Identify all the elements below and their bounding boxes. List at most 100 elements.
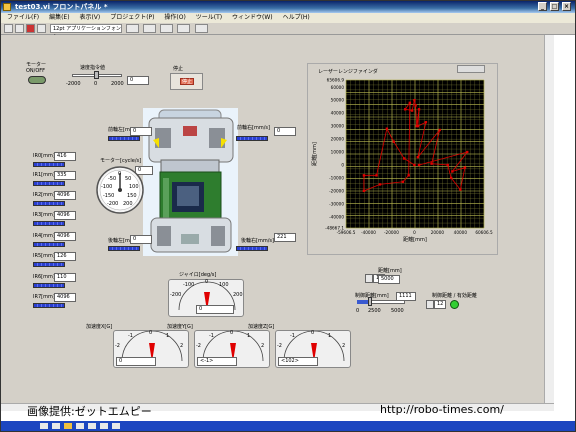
motor-dial-tick--50: -50 [108, 176, 117, 182]
distance-value: 5000 [378, 275, 400, 284]
menu-project[interactable]: プロジェクト(P) [110, 14, 154, 21]
front-left-bar [108, 136, 140, 141]
x-tick-label: 60606.5 [475, 230, 493, 235]
accel-label: 加速度X[G] [86, 324, 113, 330]
y-tick-label: 65606.9 [327, 78, 345, 83]
accel-tick: -2 [277, 343, 282, 349]
taskbar-icon-1[interactable] [40, 423, 48, 429]
resize-icon[interactable] [160, 24, 173, 33]
menu-file[interactable]: ファイル(F) [7, 14, 39, 21]
speed-cmd-value[interactable]: 0 [127, 76, 149, 85]
font-select[interactable]: 12pt アプリケーションフォント [50, 24, 122, 40]
menu-operate[interactable]: 操作(O) [164, 14, 185, 21]
lrf-scan-point [402, 157, 406, 160]
x-tick-label: -59606.5 [337, 230, 356, 235]
menu-bar: ファイル(F) 編集(E) 表示(V) プロジェクト(P) 操作(O) ツール(… [1, 13, 575, 23]
stop-button-label: 停止 [180, 78, 194, 85]
ir-sensor-bar [33, 303, 65, 308]
accel-value: 0 [116, 357, 156, 366]
motor-dial-tick-200: 200 [123, 201, 133, 207]
gyro-label: ジャイロ[deg/s] [179, 272, 217, 278]
y-tick-label: 10000 [331, 150, 345, 155]
x-tick-label: -20000 [384, 230, 399, 235]
lrf-scan-point [459, 188, 462, 191]
range-display-stepper[interactable]: 12 [434, 300, 446, 309]
front-right-value: 0 [274, 127, 296, 136]
ir-sensor-label: IR6[mm] [33, 274, 55, 280]
lrf-scan-point [408, 101, 412, 105]
taskbar-icon-7[interactable] [112, 423, 120, 429]
cleanup-icon[interactable] [195, 24, 208, 33]
lrf-plot[interactable]: 65606.9 60000 50000 40000 30000 20000 10000 0 -1… [308, 73, 498, 255]
ir-sensor-value: 126 [54, 252, 76, 261]
taskbar-icon-2[interactable] [52, 423, 60, 429]
accel-label: 加速度Y[G] [167, 324, 193, 330]
speed-cmd-thumb[interactable] [94, 71, 99, 79]
minimize-icon[interactable]: _ [538, 2, 547, 11]
accel-label: 加速度Z[G] [248, 324, 275, 330]
pause-icon[interactable] [37, 24, 46, 33]
menu-view[interactable]: 表示(V) [79, 14, 100, 21]
maximize-icon[interactable]: □ [550, 2, 559, 11]
taskbar-icon-4[interactable] [76, 423, 84, 429]
front-right-label: 前輪右[mm/s] [237, 125, 270, 131]
front-left-value: 0 [130, 127, 152, 136]
gyro-value: 0 [196, 305, 234, 314]
close-icon[interactable]: × [562, 2, 571, 11]
distribute-icon[interactable] [143, 24, 156, 33]
menu-edit[interactable]: 編集(E) [49, 14, 69, 21]
rear-right-value: 221 [274, 233, 296, 242]
ir-sensor-bar [33, 221, 65, 226]
taskbar-icon-3[interactable] [64, 423, 72, 429]
stop-label: 停止 [173, 66, 184, 72]
range-led-indicator [450, 300, 459, 309]
motor-toggle-switch[interactable] [28, 76, 46, 84]
lrf-scan-point [430, 162, 433, 165]
y-tick-label: -10000 [329, 175, 344, 180]
menu-tools[interactable]: ツール(T) [196, 14, 222, 21]
lrf-scan-point [401, 180, 405, 184]
taskbar-icon-5[interactable] [88, 423, 96, 429]
stop-button[interactable]: 停止 [170, 73, 203, 90]
x-tick-label: -40000 [361, 230, 376, 235]
ir-sensor-value: 110 [54, 273, 76, 282]
align-icon[interactable] [126, 24, 139, 33]
range-tick-5000: 5000 [391, 308, 404, 314]
lrf-scan-point [404, 108, 407, 111]
graph-palette-icon[interactable] [457, 65, 485, 73]
accel-tick: 1 [328, 333, 332, 339]
y-tick-label: 50000 [331, 98, 345, 103]
reorder-icon[interactable] [177, 24, 190, 33]
menu-window[interactable]: ウィンドウ(W) [232, 14, 273, 21]
lrf-scan-point [417, 108, 421, 111]
motor-dial-tick--200: -200 [107, 201, 119, 207]
menu-help[interactable]: ヘルプ(H) [283, 14, 310, 21]
robot-vehicle-image [143, 108, 238, 256]
ir-sensor-value: 4096 [54, 232, 76, 241]
y-tick-label: -20000 [329, 188, 344, 193]
speed-cmd-tick-min: -2000 [66, 81, 81, 87]
x-tick-label: 20000 [431, 230, 445, 235]
x-axis-label: 距離[mm] [403, 236, 427, 243]
gyro-tick-200: 200 [233, 292, 243, 298]
lrf-scan-point [451, 170, 454, 173]
lrf-scan-point [417, 163, 421, 167]
accel-value: <-1> [197, 357, 237, 366]
accel-tick: 0 [230, 330, 234, 336]
vertical-scrollbar[interactable] [544, 35, 554, 403]
lrf-scan-point [413, 99, 416, 102]
accel-tick: -1 [209, 333, 214, 339]
range-display-stepper-arrows[interactable] [426, 300, 434, 309]
motor-toggle-label: モーター ON/OFF [26, 62, 47, 74]
run-continuous-icon[interactable] [15, 24, 24, 33]
distance-stepper-arrows[interactable] [365, 274, 373, 283]
y-tick-label: -30000 [329, 201, 344, 206]
taskbar-icon-6[interactable] [100, 423, 108, 429]
speed-cmd-tick-zero: 0 [94, 81, 98, 87]
run-arrow-icon[interactable] [4, 24, 13, 33]
app-icon [3, 3, 11, 11]
range-slider-thumb[interactable] [368, 297, 372, 306]
x-tick-label: 40000 [454, 230, 468, 235]
abort-icon[interactable] [26, 24, 35, 33]
accel-tick: 2 [342, 343, 346, 349]
